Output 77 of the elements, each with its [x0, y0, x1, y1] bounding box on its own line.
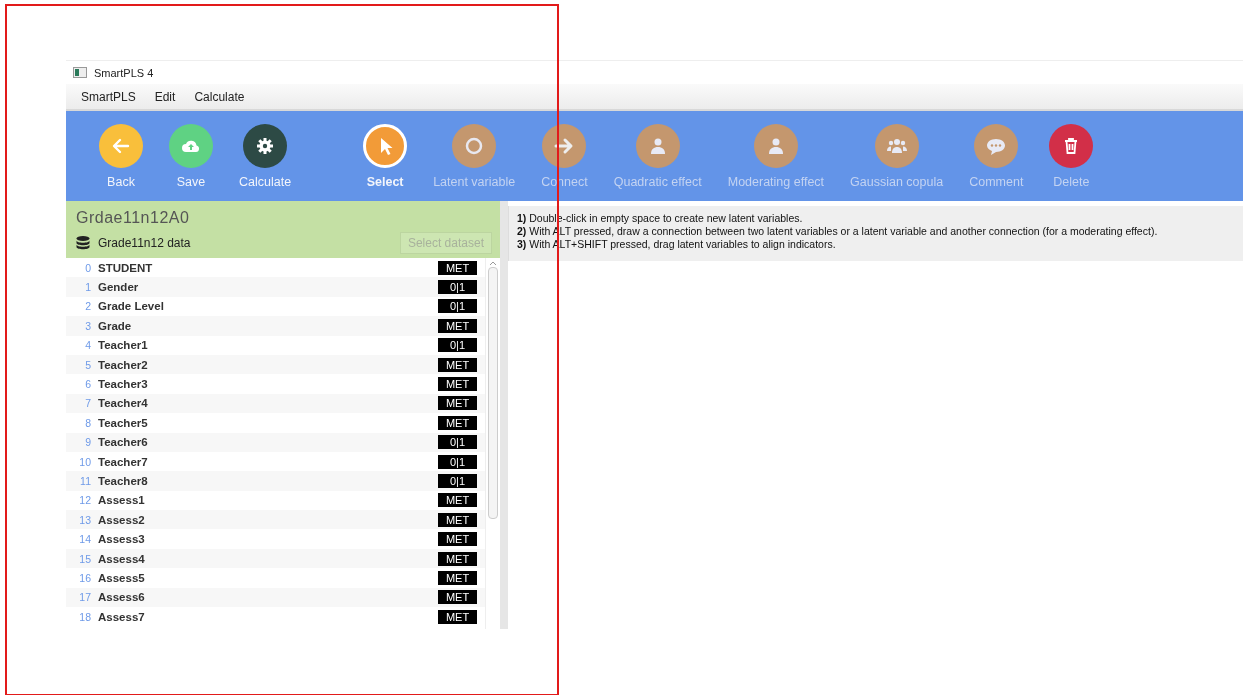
menu-item[interactable]: SmartPLS: [81, 89, 136, 104]
row-index: 10: [78, 455, 91, 468]
type-tag: MET: [438, 532, 477, 547]
dataset-name: Grade11n12 data: [98, 236, 192, 250]
type-tag: 0|1: [438, 338, 477, 353]
variable-name: Teacher7: [98, 455, 149, 468]
variable-row[interactable]: 3 Grade MET: [66, 316, 485, 336]
variable-name: Assess5: [98, 571, 146, 584]
type-tag: MET: [438, 318, 477, 333]
row-index: 7: [84, 397, 91, 410]
type-tag: 0|1: [438, 435, 477, 450]
variable-name: Teacher5: [98, 416, 149, 429]
type-tag: 0|1: [438, 280, 477, 295]
type-tag: 0|1: [438, 299, 477, 314]
row-index: 14: [78, 533, 91, 546]
row-index: 2: [84, 300, 91, 313]
project-name: Grdae11n12A0: [76, 209, 191, 227]
variable-name: Assess3: [98, 533, 146, 546]
row-index: 4: [84, 339, 91, 352]
variable-name: Assess2: [98, 513, 146, 526]
type-tag: MET: [438, 570, 477, 585]
variable-name: Teacher8: [98, 475, 149, 487]
row-index: 13: [78, 513, 91, 526]
variable-name: Assess7: [98, 610, 146, 623]
row-index: 12: [78, 494, 91, 507]
scroll-up-icon: [489, 260, 497, 266]
variable-name: Grade: [98, 319, 133, 332]
variable-name: Assess1: [98, 494, 146, 507]
row-index: 5: [84, 358, 91, 371]
type-tag: MET: [438, 260, 477, 275]
type-tag: MET: [438, 493, 477, 508]
variable-row[interactable]: 15 Assess4 MET: [66, 548, 485, 569]
variable-name: Teacher6: [98, 436, 149, 449]
row-index: 17: [78, 591, 91, 604]
type-tag: MET: [438, 590, 477, 605]
type-tag: MET: [438, 551, 477, 566]
row-index: 1: [84, 281, 91, 294]
variable-row[interactable]: 1 Gender 0|1: [66, 277, 485, 297]
variable-name: Assess4: [98, 552, 146, 565]
menu-item[interactable]: Edit: [154, 89, 176, 104]
type-tag: MET: [438, 396, 477, 411]
app-icon: [73, 67, 87, 78]
type-tag: 0|1: [438, 454, 477, 469]
row-index: 11: [79, 475, 91, 487]
variable-name: Gender: [98, 281, 140, 294]
variable-row[interactable]: 7 Teacher4 MET: [66, 393, 485, 414]
variable-name: Teacher2: [98, 358, 149, 371]
database-icon: [76, 235, 90, 251]
variable-row[interactable]: 9 Teacher6 0|1: [66, 432, 485, 452]
type-tag: MET: [438, 415, 477, 430]
variable-row[interactable]: 5 Teacher2 MET: [66, 354, 485, 375]
window-title: SmartPLS 4: [94, 66, 154, 79]
type-tag: MET: [438, 609, 477, 624]
type-tag: MET: [438, 357, 477, 372]
variable-name: STUDENT: [98, 261, 154, 274]
variable-name: Teacher3: [98, 378, 149, 391]
row-index: 9: [84, 436, 91, 449]
variable-row[interactable]: 11 Teacher8 0|1: [66, 471, 485, 491]
variable-name: Assess6: [98, 591, 146, 604]
variable-name: Teacher4: [98, 397, 149, 410]
variable-row[interactable]: 17 Assess6 MET: [66, 587, 485, 608]
type-tag: MET: [438, 512, 477, 527]
scrollbar[interactable]: [485, 258, 500, 629]
row-index: 3: [84, 319, 91, 332]
type-tag: 0|1: [438, 474, 477, 488]
type-tag: MET: [438, 377, 477, 392]
variable-name: Grade Level: [98, 300, 165, 313]
menu-item[interactable]: Calculate: [194, 89, 245, 104]
row-index: 15: [78, 552, 91, 565]
row-index: 6: [84, 378, 91, 391]
row-index: 8: [84, 416, 91, 429]
variable-name: Teacher1: [98, 339, 149, 352]
row-index: 18: [78, 610, 91, 623]
variable-row[interactable]: 13 Assess2 MET: [66, 510, 485, 530]
row-index: 0: [84, 261, 91, 274]
scroll-thumb[interactable]: [488, 267, 498, 519]
row-index: 16: [78, 571, 91, 584]
